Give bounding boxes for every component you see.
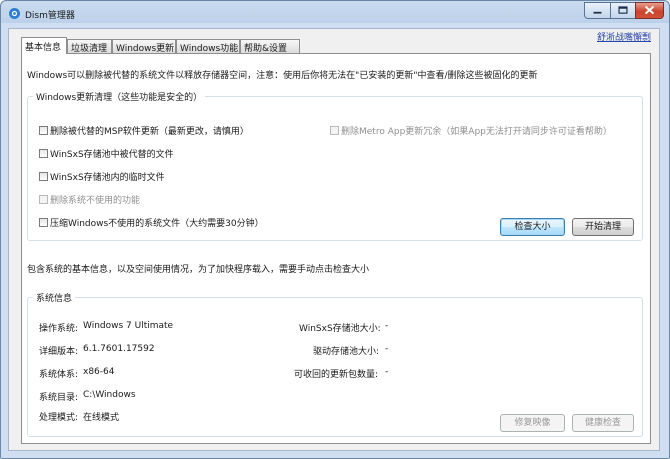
sysinfo-description: 包含系统的基本信息，以及空间使用情况，为了加快程序载入，需要手动点击检查大小	[27, 265, 370, 275]
checkbox-box[interactable]	[39, 172, 48, 181]
checkbox-box	[330, 126, 339, 135]
repair-image-button[interactable]: 修复映像	[500, 414, 565, 432]
page-description: Windows可以删除被代替的系统文件以释放存储器空间，注意：使用后你将无法在"…	[27, 71, 538, 81]
tab-windows-features[interactable]: Windows功能	[176, 39, 240, 54]
system-info-group: 系统信息 操作系统: Windows 7 Ultimate 详细版本: 6.1.…	[27, 291, 643, 437]
minimize-icon	[593, 11, 602, 14]
group-title: Windows更新清理（这些功能是安全的）	[33, 90, 206, 103]
checkbox-label: 删除Metro App更新冗余（如果App无法打开请同步许可证看帮助）	[341, 127, 612, 137]
winsxs-size-label: WinSxS存储池大小:	[299, 324, 381, 334]
checkbox-box[interactable]	[39, 126, 48, 135]
health-check-button[interactable]: 健康检查	[572, 414, 634, 432]
tab-help-settings[interactable]: 帮助&设置	[240, 39, 300, 54]
checkbox-box[interactable]	[39, 218, 48, 227]
tab-windows-update[interactable]: Windows更新	[112, 39, 176, 54]
checkbox-label: WinSxS存储池中被代替的文件	[50, 150, 174, 160]
start-cleanup-button[interactable]: 开始清理	[572, 218, 634, 236]
checkbox-metro-app: 删除Metro App更新冗余（如果App无法打开请同步许可证看帮助）	[330, 124, 612, 137]
update-cleanup-group: Windows更新清理（这些功能是安全的） 删除被代替的MSP软件更新（最新更改…	[27, 90, 643, 241]
close-button[interactable]	[635, 2, 664, 19]
checkbox-box[interactable]	[39, 149, 48, 158]
arch-label: 系统体系:	[39, 370, 79, 380]
checkbox-box	[39, 195, 48, 204]
client-area: 基本信息 垃圾清理 Windows更新 Windows功能 帮助&设置 舒淅战嘴…	[8, 28, 660, 451]
gear-icon	[9, 8, 20, 19]
maximize-button[interactable]	[610, 2, 636, 19]
group-title: 系统信息	[33, 291, 76, 304]
close-icon	[644, 5, 655, 15]
checkbox-winsxs-superseded[interactable]: WinSxS存储池中被代替的文件	[39, 147, 174, 160]
version-value: 6.1.7601.17592	[83, 344, 155, 354]
checkbox-winsxs-temp[interactable]: WinSxS存储池内的临时文件	[39, 170, 165, 183]
maximize-icon	[618, 6, 628, 14]
sysdir-value: C:\Windows	[83, 390, 136, 400]
window-title: Dism管理器	[25, 11, 75, 21]
checkbox-compress-system[interactable]: 压缩Windows不使用的系统文件（大约需要30分钟）	[39, 216, 264, 229]
reclaimable-updates-value: -	[385, 367, 389, 377]
app-window: Dism管理器 基本信息 垃圾清理 Windows更新 Windows功能 帮助…	[0, 0, 670, 459]
mode-value: 在线模式	[83, 413, 120, 423]
tab-junk-cleanup[interactable]: 垃圾清理	[67, 39, 112, 54]
check-size-button[interactable]: 检查大小	[500, 218, 565, 236]
minimize-button[interactable]	[584, 2, 611, 19]
driver-store-value: -	[385, 344, 389, 354]
title-bar[interactable]: Dism管理器	[1, 1, 669, 27]
winsxs-size-value: -	[385, 321, 389, 331]
tab-label: 基本信息	[25, 43, 62, 53]
os-value: Windows 7 Ultimate	[83, 321, 174, 331]
version-label: 详细版本:	[39, 347, 79, 357]
arch-value: x86-64	[83, 367, 115, 377]
header-link[interactable]: 舒淅战嘴懈剽	[597, 30, 651, 43]
checkbox-label: 删除系统不使用的功能	[50, 196, 141, 206]
sysdir-label: 系统目录:	[39, 393, 79, 403]
reclaimable-updates-label: 可收回的更新包数量:	[294, 370, 379, 380]
checkbox-label: 删除被代替的MSP软件更新（最新更改，请慎用）	[50, 127, 249, 137]
driver-store-label: 驱动存储池大小:	[313, 347, 380, 357]
tab-page-basic-info: Windows可以删除被代替的系统文件以释放存储器空间，注意：使用后你将无法在"…	[21, 53, 651, 444]
mode-label: 处理模式:	[39, 413, 79, 423]
checkbox-label: 压缩Windows不使用的系统文件（大约需要30分钟）	[50, 219, 264, 229]
checkbox-msp-updates[interactable]: 删除被代替的MSP软件更新（最新更改，请慎用）	[39, 124, 249, 137]
checkbox-label: WinSxS存储池内的临时文件	[50, 173, 165, 183]
tab-basic-info[interactable]: 基本信息	[21, 37, 67, 54]
os-label: 操作系统:	[39, 324, 79, 334]
checkbox-unused-features: 删除系统不使用的功能	[39, 193, 140, 206]
